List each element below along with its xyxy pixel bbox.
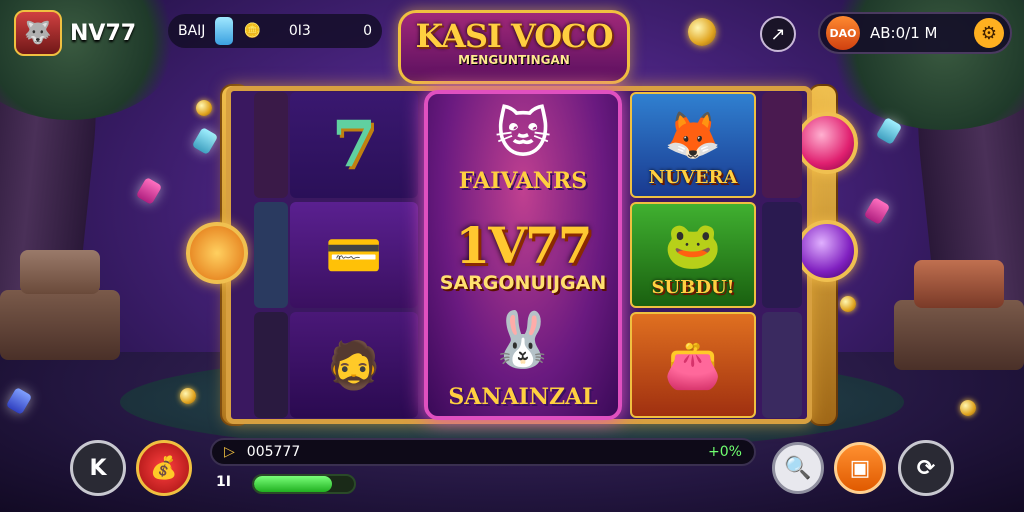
frog-symbol-icon: 🐸 [664, 218, 722, 272]
back-button[interactable]: K [70, 440, 126, 496]
bench-left [0, 290, 120, 360]
reel-cell [762, 312, 802, 418]
bench-right [894, 300, 1024, 370]
right-top-label: NUVERA [648, 167, 738, 188]
gear-icon[interactable]: ⚙ [974, 18, 1004, 48]
reel-1: 7 💳 🧔 [290, 92, 418, 418]
reel-cell [254, 202, 288, 308]
fox-symbol-icon: 🦊 [664, 108, 722, 162]
brand-name: NV77 [70, 20, 137, 46]
center-top-label: FAIVANRS [458, 168, 588, 194]
game-title: KASI VOCO [415, 17, 613, 55]
bet-progress[interactable] [252, 474, 356, 494]
status-percent: +0% [708, 444, 742, 460]
balance-amount: AB:0/1 M [870, 24, 938, 42]
stats-end: 0 [363, 23, 372, 39]
wolf-head-icon: 🐺 [14, 10, 62, 56]
share-button[interactable]: ↗ [760, 16, 796, 52]
gold-coin-icon [688, 18, 716, 46]
reel-cell: 7 [290, 92, 418, 198]
game-title-banner: KASI VOCO MENGUNTINGAN [398, 10, 630, 84]
coin-stack-icon: 🪙 [243, 23, 261, 39]
coin [180, 388, 196, 404]
balance-pill[interactable]: DAO AB:0/1 M ⚙ [818, 12, 1012, 54]
refresh-icon: ⟳ [916, 455, 936, 481]
coin [840, 296, 856, 312]
reel-cell: 🐸 SUBDU! [630, 202, 756, 308]
center-logo: 1V77 [455, 216, 592, 275]
reel-cell: 💳 [290, 202, 418, 308]
pink-orb-icon [796, 112, 858, 174]
balance-badge: DAO [826, 16, 860, 50]
bonus-button[interactable]: 💰 [136, 440, 192, 496]
refresh-button[interactable]: ⟳ [898, 440, 954, 496]
coin [960, 400, 976, 416]
reel-center: 🐱 FAIVANRS 1V77 SARGONUIJGAN 🐰 SANAINZAL [424, 90, 622, 420]
status-value: 005777 [246, 444, 301, 460]
magnifier-icon: 🔍 [784, 455, 812, 481]
search-button[interactable]: 🔍 [772, 442, 824, 494]
chest-left [20, 250, 100, 294]
seven-symbol-icon: 7 [331, 107, 377, 182]
reel-left-strip [254, 92, 288, 418]
gem-cyan [191, 126, 219, 156]
brand-logo: 🐺 NV77 [14, 10, 136, 56]
center-bottom-label: SANAINZAL [448, 384, 598, 410]
reel-cell [762, 92, 802, 198]
reel-cell [254, 312, 288, 418]
back-arrow-icon: K [89, 455, 107, 481]
share-icon: ↗ [770, 23, 786, 45]
right-mid-label: SUBDU! [651, 277, 735, 298]
purple-orb-icon [796, 220, 858, 282]
gem-pink [135, 176, 163, 206]
bet-progress-fill [254, 476, 332, 492]
game-subtitle: MENGUNTINGAN [458, 53, 570, 67]
stats-pill: BAIJ 🪙 0I3 0 [168, 14, 382, 48]
center-sub-logo: SARGONUIJGAN [439, 272, 607, 294]
menu-icon: ▣ [849, 455, 871, 481]
play-icon: ▷ [224, 444, 235, 460]
wallet-symbol-icon: 💳 [325, 228, 383, 282]
chest-right [914, 260, 1004, 308]
reel-cell: 👛 [630, 312, 756, 418]
battery-icon [215, 17, 234, 45]
cat-symbol-icon: 🐱 [494, 102, 552, 165]
menu-button[interactable]: ▣ [834, 442, 886, 494]
stats-label: BAIJ [178, 23, 206, 39]
reel-cell [254, 92, 288, 198]
reel-cell: 🦊 NUVERA [630, 92, 756, 198]
reel-3: 🦊 NUVERA 🐸 SUBDU! 👛 [630, 92, 756, 418]
reel-cell [762, 202, 802, 308]
coin [196, 100, 212, 116]
purse-symbol-icon: 👛 [664, 338, 722, 392]
viking-symbol-icon: 🧔 [325, 338, 383, 392]
compass-orb-icon [186, 222, 248, 284]
reel-cell: 🧔 [290, 312, 418, 418]
stats-value: 0I3 [288, 23, 311, 39]
bonus-bag-icon: 💰 [150, 455, 178, 481]
gem-pink-right [863, 196, 891, 226]
status-bar: ▷ 005777 +0% [210, 438, 756, 466]
reel-right-strip [762, 92, 802, 418]
rabbit-symbol-icon: 🐰 [489, 308, 557, 371]
bet-label: 1I [216, 474, 231, 490]
